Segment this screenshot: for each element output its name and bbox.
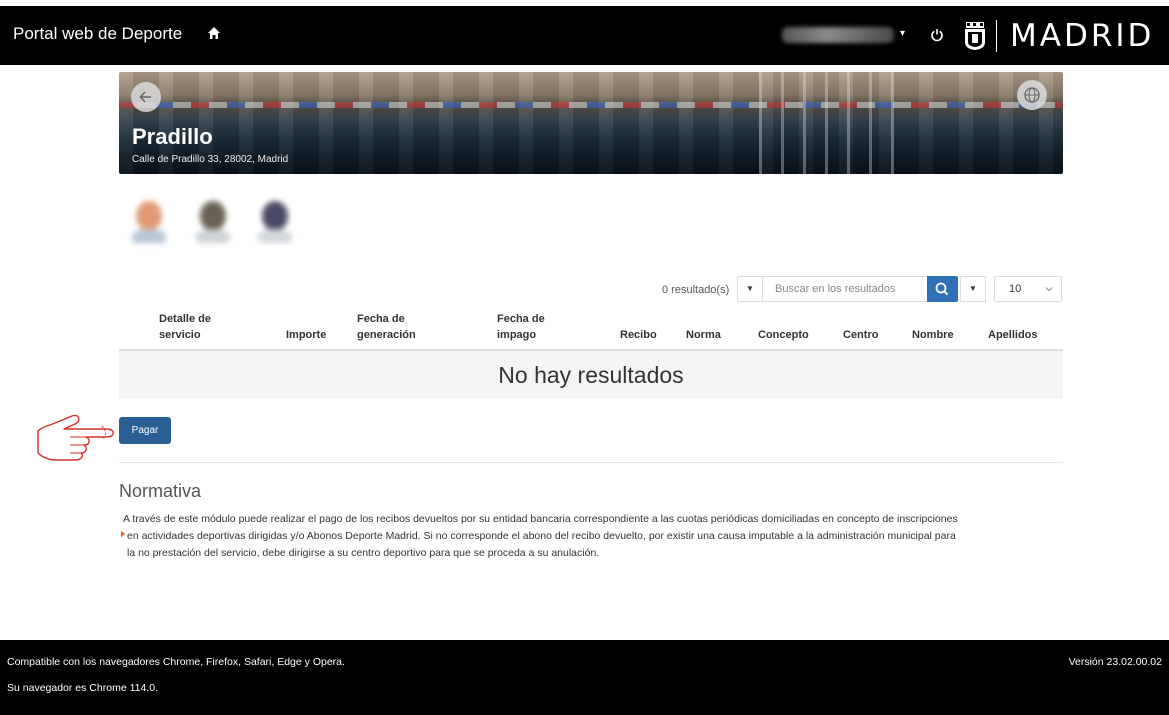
- search-icon: [935, 282, 949, 296]
- column-header-fecha-impago[interactable]: Fecha de impago: [497, 311, 545, 343]
- language-button[interactable]: [1017, 80, 1047, 110]
- arrow-left-icon: [139, 91, 151, 103]
- column-header-nombre[interactable]: Nombre: [912, 327, 954, 343]
- pointing-hand-icon: [37, 414, 114, 461]
- home-icon[interactable]: [207, 26, 221, 40]
- column-header-concepto[interactable]: Concepto: [758, 327, 809, 343]
- brand-name: MADRID: [1010, 18, 1155, 54]
- column-header-apellidos[interactable]: Apellidos: [988, 327, 1038, 343]
- facility-banner: Pradillo Calle de Pradillo 33, 28002, Ma…: [119, 72, 1063, 174]
- normativa-line: en actividades deportivas dirigidas y/o …: [127, 530, 956, 542]
- pay-button[interactable]: Pagar: [119, 417, 171, 444]
- search-input[interactable]: [762, 276, 928, 302]
- back-button[interactable]: [131, 82, 161, 112]
- footer-version: Versión 23.02.00.02: [1068, 656, 1162, 668]
- column-header-importe[interactable]: Importe: [286, 327, 326, 343]
- caret-down-icon: ▼: [969, 284, 977, 293]
- facility-name: Pradillo: [132, 124, 213, 149]
- page-size-value: 10: [1009, 283, 1022, 295]
- avatar[interactable]: [130, 193, 168, 249]
- search-button[interactable]: [927, 276, 958, 302]
- column-header-detalle[interactable]: Detalle de servicio: [159, 311, 211, 343]
- globe-icon: [1024, 87, 1040, 103]
- search-options-button[interactable]: ▼: [960, 276, 986, 302]
- app-title[interactable]: Portal web de Deporte: [13, 24, 182, 44]
- section-divider: [119, 462, 1063, 463]
- footer-browser-info: Su navegador es Chrome 114.0.: [7, 682, 158, 694]
- user-name-blurred[interactable]: [782, 27, 894, 43]
- bullet-arrow-icon: [121, 531, 125, 537]
- avatar[interactable]: [194, 193, 232, 249]
- brand-divider: [996, 20, 997, 52]
- results-count: 0 resultado(s): [662, 284, 730, 296]
- results-options-button[interactable]: ▼: [737, 276, 763, 302]
- column-header-recibo[interactable]: Recibo: [620, 327, 657, 343]
- facility-address: Calle de Pradillo 33, 28002, Madrid: [132, 154, 289, 165]
- footer-compatibility: Compatible con los navegadores Chrome, F…: [7, 656, 345, 668]
- caret-down-icon: ▼: [746, 284, 754, 293]
- avatar[interactable]: [256, 193, 294, 249]
- column-header-norma[interactable]: Norma: [686, 327, 721, 343]
- top-bar: Portal web de Deporte ▾ MADRID: [0, 6, 1169, 65]
- column-header-fecha-generacion[interactable]: Fecha de generación: [357, 311, 416, 343]
- normativa-line: A través de este módulo puede realizar e…: [123, 513, 958, 525]
- normativa-title: Normativa: [119, 481, 202, 501]
- column-header-centro[interactable]: Centro: [843, 327, 878, 343]
- caret-down-icon[interactable]: ▾: [900, 28, 905, 39]
- page-size-select[interactable]: 10: [994, 276, 1062, 302]
- normativa-text: A través de este módulo puede realizar e…: [123, 511, 1063, 562]
- footer: Compatible con los navegadores Chrome, F…: [0, 640, 1169, 715]
- empty-results-message: No hay resultados: [119, 351, 1063, 399]
- madrid-crest-icon: [965, 22, 985, 50]
- power-icon[interactable]: [930, 28, 944, 42]
- normativa-line: la no prestación del servicio, debe diri…: [127, 547, 600, 559]
- chevron-down-icon: [1045, 287, 1053, 292]
